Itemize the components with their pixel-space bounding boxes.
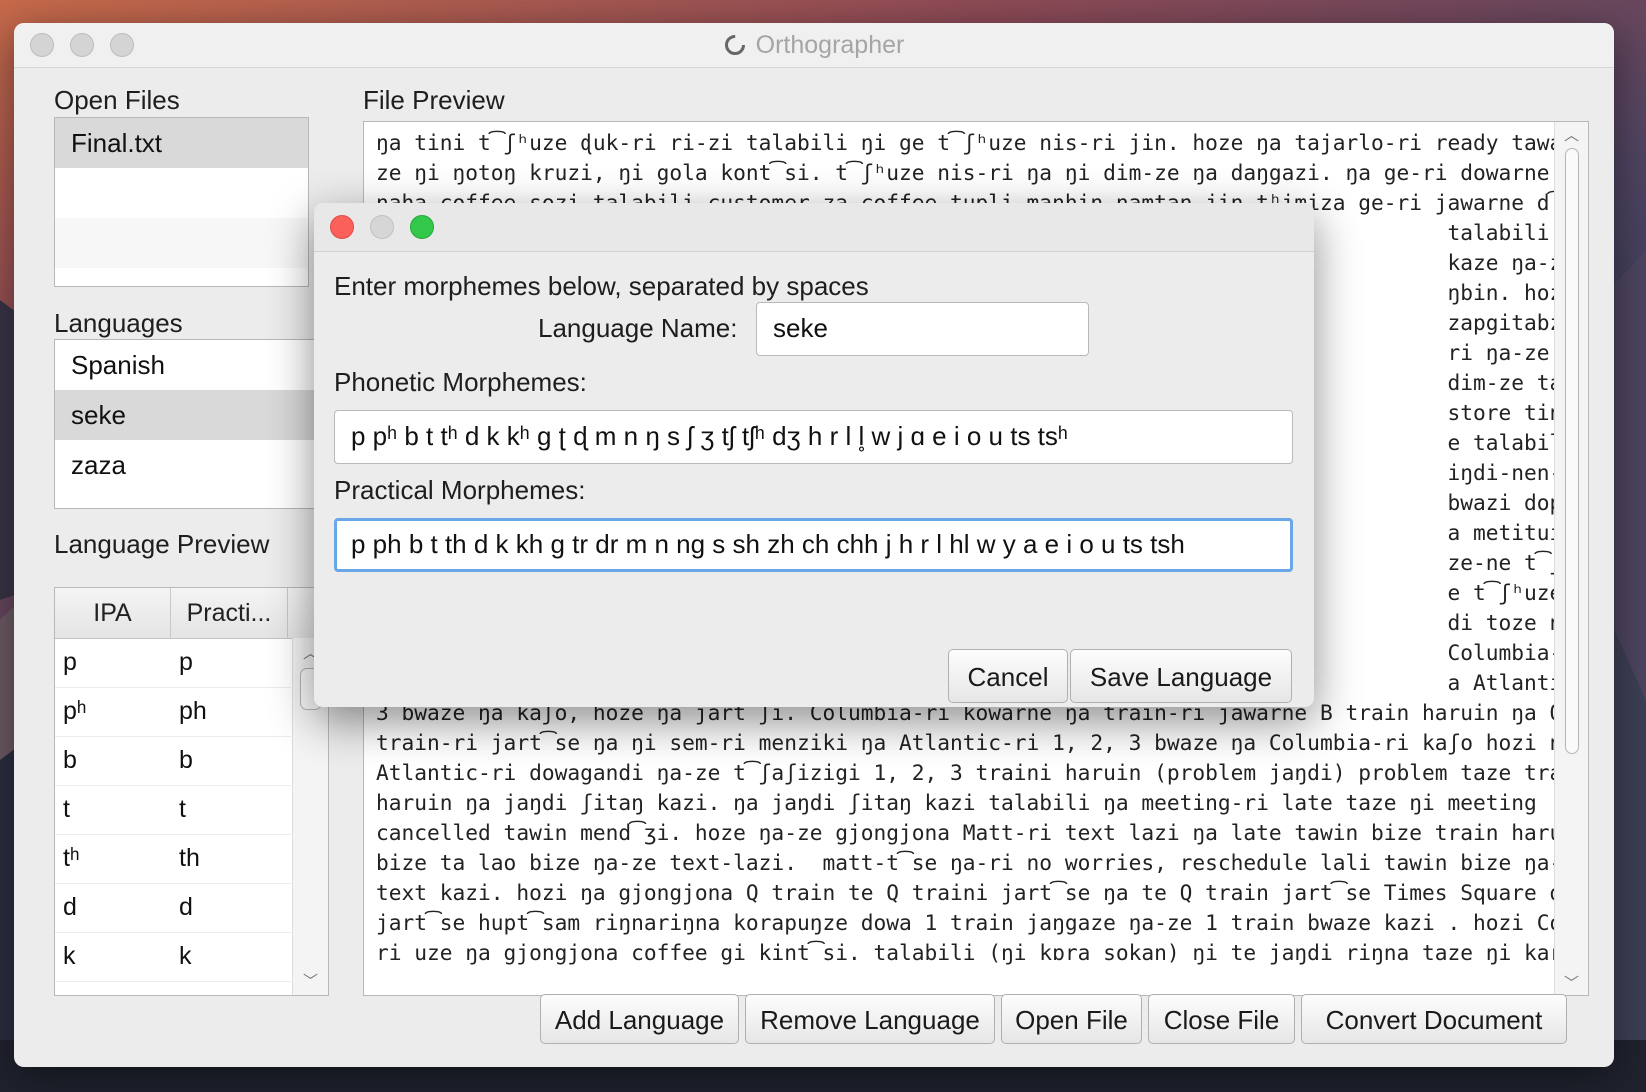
list-item-empty bbox=[55, 168, 308, 218]
practical-cell: t bbox=[179, 795, 186, 823]
add-language-dialog: Enter morphemes below, separated by spac… bbox=[314, 203, 1314, 707]
language-name-input[interactable]: seke bbox=[756, 302, 1089, 356]
open-file-button[interactable]: Open File bbox=[1001, 994, 1142, 1044]
preview-line: ze ŋi ŋotoŋ kruzi, ŋi gola kont͡si. t͡ʃʰ… bbox=[376, 160, 1589, 185]
column-header-ipa[interactable]: IPA bbox=[55, 588, 171, 638]
language-name-label: Language Name: bbox=[538, 313, 738, 343]
title-bar: Orthographer bbox=[14, 23, 1614, 68]
preview-line: train-ri jart͡se ŋa ŋi sem-ri menziki ŋa… bbox=[376, 730, 1576, 755]
list-item[interactable]: seke bbox=[55, 390, 328, 440]
practical-morphemes-input[interactable]: p ph b t th d k kh g tr dr m n ng s sh z… bbox=[334, 518, 1293, 572]
table-row[interactable]: t t bbox=[55, 785, 291, 835]
preview-scrollbar[interactable]: ︿ ﹀ bbox=[1554, 122, 1588, 995]
practical-cell: p bbox=[179, 648, 193, 676]
convert-document-button[interactable]: Convert Document bbox=[1301, 994, 1567, 1044]
open-files-list[interactable]: Final.txt bbox=[54, 117, 309, 287]
scroll-down-arrow-icon[interactable]: ﹀ bbox=[293, 970, 328, 991]
app-spinner-icon bbox=[724, 35, 745, 55]
list-item[interactable]: Spanish bbox=[55, 340, 328, 390]
preview-line: ŋa tini t͡ʃʰuze ɖuk-ri ri-zi talabili ŋi… bbox=[376, 130, 1589, 155]
scrollbar-thumb[interactable] bbox=[1565, 148, 1579, 754]
scroll-down-arrow-icon[interactable]: ﹀ bbox=[1555, 972, 1588, 993]
preview-line: Atlantic-ri dowagandi ŋa-ze t͡ʃaʃizigi 1… bbox=[376, 760, 1589, 785]
dialog-close-button[interactable] bbox=[330, 215, 354, 239]
table-row[interactable]: b b bbox=[55, 736, 291, 786]
preview-line: haruin ŋa jaŋdi ʃitaŋ kazi. ŋa jaŋdi ʃit… bbox=[376, 790, 1537, 815]
list-item[interactable]: zaza bbox=[55, 440, 328, 490]
window-title-text: Orthographer bbox=[755, 31, 905, 59]
ipa-cell: k bbox=[63, 942, 76, 970]
open-files-label: Open Files bbox=[54, 85, 180, 115]
dialog-title-bar bbox=[314, 203, 1314, 252]
preview-line: ri uze ŋa gjongjona coffee gi kint͡si. t… bbox=[376, 940, 1576, 965]
ipa-cell: d bbox=[63, 893, 77, 921]
phonetic-morphemes-input[interactable]: p pʰ b t tʰ d k kʰ g ʈ ɖ m n ŋ s ʃ ʒ tʃ … bbox=[334, 410, 1293, 464]
practical-morphemes-label: Practical Morphemes: bbox=[334, 475, 586, 505]
add-language-button[interactable]: Add Language bbox=[540, 994, 739, 1044]
table-row[interactable]: k k bbox=[55, 932, 291, 982]
file-preview-label: File Preview bbox=[363, 85, 505, 115]
language-preview-label: Language Preview bbox=[54, 529, 270, 559]
ipa-cell: p bbox=[63, 648, 77, 676]
preview-line: bize ta lao bize ŋa-ze text-lazi. matt-t… bbox=[376, 850, 1588, 875]
practical-cell: d bbox=[179, 893, 193, 921]
practical-cell: th bbox=[179, 844, 200, 872]
languages-label: Languages bbox=[54, 308, 183, 338]
languages-list[interactable]: Spanish seke zaza bbox=[54, 339, 329, 509]
table-row[interactable]: tʰ th bbox=[55, 834, 291, 884]
practical-cell: b bbox=[179, 746, 193, 774]
ipa-cell: b bbox=[63, 746, 77, 774]
save-language-button[interactable]: Save Language bbox=[1070, 649, 1292, 703]
column-header-practical[interactable]: Practi... bbox=[171, 588, 288, 638]
scroll-up-arrow-icon[interactable]: ︿ bbox=[1555, 124, 1588, 145]
table-row[interactable]: d d bbox=[55, 883, 291, 933]
remove-language-button[interactable]: Remove Language bbox=[745, 994, 995, 1044]
dialog-instructions: Enter morphemes below, separated by spac… bbox=[334, 271, 869, 301]
list-item-empty bbox=[55, 218, 308, 268]
cancel-button[interactable]: Cancel bbox=[948, 649, 1068, 703]
close-file-button[interactable]: Close File bbox=[1148, 994, 1295, 1044]
dialog-minimize-button[interactable] bbox=[370, 215, 394, 239]
practical-cell: ph bbox=[179, 697, 207, 725]
phonetic-morphemes-label: Phonetic Morphemes: bbox=[334, 367, 587, 397]
dialog-maximize-button[interactable] bbox=[410, 215, 434, 239]
ipa-cell: tʰ bbox=[63, 844, 80, 872]
table-row[interactable]: p p bbox=[55, 638, 291, 688]
preview-line: jart͡se hupt͡sam riŋnariŋna korapuŋze do… bbox=[376, 910, 1589, 935]
window-title: Orthographer bbox=[14, 31, 1614, 60]
preview-line: cancelled tawin mend͡ʒi. hoze ŋa-ze gjon… bbox=[376, 820, 1588, 845]
preview-line: text kazi. hozi ŋa gjongjona Q train te … bbox=[376, 880, 1589, 905]
table-header: IPA Practi... bbox=[55, 588, 328, 639]
ipa-cell: t bbox=[63, 795, 70, 823]
list-item[interactable]: Final.txt bbox=[55, 118, 308, 168]
table-row[interactable]: pʰ ph bbox=[55, 687, 291, 737]
language-preview-table: IPA Practi... p p pʰ ph b b t t tʰ th d … bbox=[54, 587, 329, 996]
ipa-cell: pʰ bbox=[63, 697, 87, 725]
practical-cell: k bbox=[179, 942, 192, 970]
